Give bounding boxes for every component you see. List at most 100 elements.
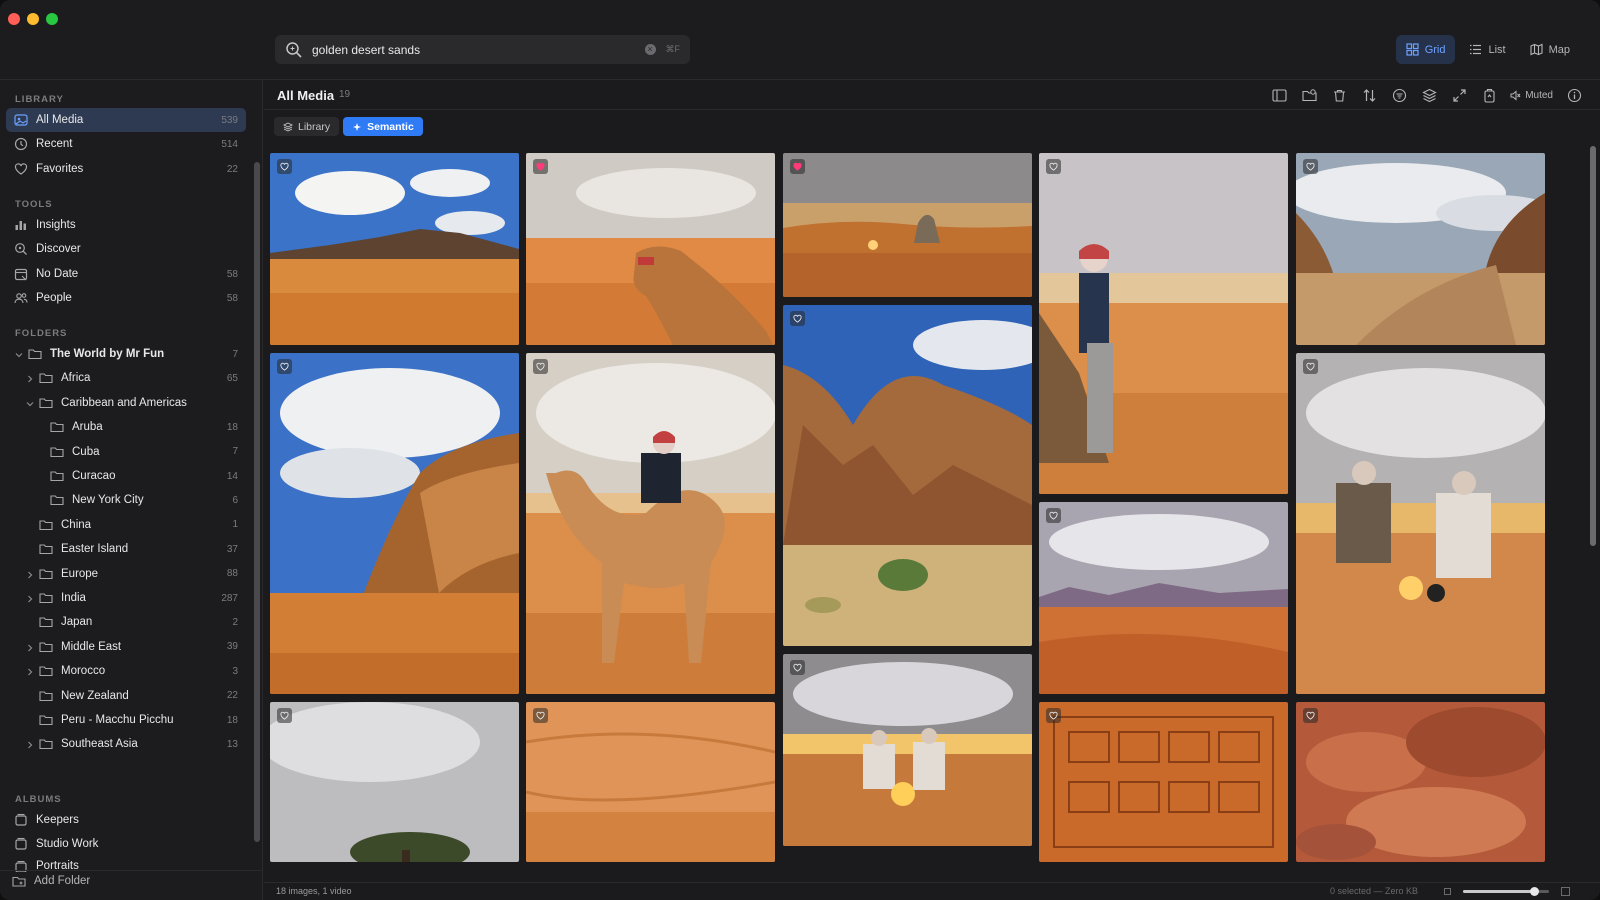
sidebar-item-all-media[interactable]: All Media 539 — [6, 108, 246, 132]
sidebar-folder-india[interactable]: India 287 — [6, 586, 246, 610]
sidebar-item-insights[interactable]: Insights — [6, 213, 246, 237]
photo-thumbnail[interactable] — [526, 353, 775, 694]
sidebar-item-label: All Media — [36, 114, 84, 126]
favorite-heart-icon[interactable] — [1303, 359, 1318, 374]
list-view-button[interactable]: List — [1459, 35, 1515, 64]
photo-thumbnail[interactable] — [1039, 702, 1288, 862]
favorite-heart-icon[interactable] — [1303, 159, 1318, 174]
library-mode-label: Library — [298, 120, 331, 133]
library-mode-button[interactable]: Library — [274, 117, 340, 136]
sidebar-folder-middle-east[interactable]: Middle East 39 — [6, 635, 246, 659]
filter-button[interactable] — [1390, 86, 1408, 104]
chevron-right-icon[interactable] — [25, 739, 35, 749]
sidebar-folder-new-york-city[interactable]: New York City 6 — [6, 488, 246, 512]
photo-thumbnail[interactable] — [270, 702, 519, 862]
semantic-mode-button[interactable]: Semantic — [343, 117, 423, 136]
favorite-heart-icon[interactable] — [1046, 159, 1061, 174]
export-button[interactable] — [1480, 86, 1498, 104]
favorite-heart-icon[interactable] — [1046, 508, 1061, 523]
sidebar-folder-europe[interactable]: Europe 88 — [6, 562, 246, 586]
export-icon — [1484, 88, 1495, 103]
chevron-right-icon[interactable] — [25, 373, 35, 383]
search-input[interactable] — [312, 42, 645, 57]
favorite-heart-icon[interactable] — [533, 708, 548, 723]
sidebar-folder-caribbean-and-americas[interactable]: Caribbean and Americas — [6, 391, 246, 415]
library-heading: LIBRARY — [15, 94, 64, 105]
photo-thumbnail[interactable] — [1296, 702, 1545, 862]
clear-search-icon[interactable]: × — [644, 44, 656, 55]
photo-thumbnail[interactable] — [526, 153, 775, 345]
page-title: All Media — [277, 88, 335, 103]
favorite-heart-icon[interactable] — [1303, 708, 1318, 723]
favorite-heart-icon[interactable] — [790, 311, 805, 326]
sidebar-scrollbar[interactable] — [254, 162, 260, 842]
sort-button[interactable] — [1360, 86, 1378, 104]
photo-thumbnail[interactable] — [526, 702, 775, 862]
favorite-heart-icon[interactable] — [533, 359, 548, 374]
zoom-window-button[interactable] — [46, 13, 58, 25]
new-folder-button[interactable] — [1300, 86, 1318, 104]
chevron-right-icon[interactable] — [25, 569, 35, 579]
chevron-right-icon[interactable] — [25, 666, 35, 676]
photo-thumbnail[interactable] — [1296, 153, 1545, 345]
expand-button[interactable] — [1450, 86, 1468, 104]
folder-count: 6 — [232, 494, 238, 506]
sidebar-item-count: 22 — [226, 163, 238, 175]
sidebar-folder-aruba[interactable]: Aruba 18 — [6, 415, 246, 439]
sidebar-folder-curacao[interactable]: Curacao 14 — [6, 464, 246, 488]
sidebar-folder-japan[interactable]: Japan 2 — [6, 610, 246, 634]
photo-thumbnail[interactable] — [1296, 353, 1545, 694]
favorite-heart-icon[interactable] — [277, 159, 292, 174]
sidebar-toggle-button[interactable] — [1270, 86, 1288, 104]
sidebar-folder-cuba[interactable]: Cuba 7 — [6, 440, 246, 464]
chevron-down-icon[interactable] — [14, 349, 24, 359]
favorite-heart-icon[interactable] — [277, 708, 292, 723]
photo-image — [1296, 153, 1545, 345]
sidebar-item-discover[interactable]: Discover — [6, 237, 246, 261]
photo-thumbnail[interactable] — [270, 153, 519, 345]
photo-thumbnail[interactable] — [783, 654, 1032, 846]
photo-thumbnail[interactable] — [1039, 502, 1288, 694]
sidebar-folder-peru-macchu-picchu[interactable]: Peru - Macchu Picchu 18 — [6, 708, 246, 732]
chevron-down-icon[interactable] — [25, 398, 35, 408]
sidebar-folder-southeast-asia[interactable]: Southeast Asia 13 — [6, 732, 246, 756]
sidebar-item-favorites[interactable]: Favorites 22 — [6, 157, 246, 181]
sidebar-folder-africa[interactable]: Africa 65 — [6, 366, 246, 390]
search-field[interactable]: × ⌘F — [275, 35, 690, 64]
favorite-heart-icon[interactable] — [1046, 708, 1061, 723]
sidebar-folder-china[interactable]: China 1 — [6, 513, 246, 537]
thumbnail-size-slider[interactable] — [1463, 887, 1549, 896]
sidebar-folder-easter-island[interactable]: Easter Island 37 — [6, 537, 246, 561]
sidebar-item-recent[interactable]: Recent 514 — [6, 132, 246, 156]
close-window-button[interactable] — [8, 13, 20, 25]
chevron-right-icon[interactable] — [25, 642, 35, 652]
photo-thumbnail[interactable] — [783, 305, 1032, 646]
sidebar-item-studio-work[interactable]: Studio Work — [6, 832, 246, 856]
photo-thumbnail[interactable] — [270, 353, 519, 694]
grid-view-button[interactable]: Grid — [1395, 35, 1456, 64]
content-scrollbar[interactable] — [1590, 146, 1596, 546]
map-view-button[interactable]: Map — [1520, 35, 1580, 64]
sidebar-folder-new-zealand[interactable]: New Zealand 22 — [6, 684, 246, 708]
photo-thumbnail[interactable] — [1039, 153, 1288, 494]
photo-thumbnail[interactable] — [783, 153, 1032, 297]
sidebar-item-label: Favorites — [36, 163, 84, 175]
delete-button[interactable] — [1330, 86, 1348, 104]
sidebar-folder-the-world-by-mr-fun[interactable]: The World by Mr Fun 7 — [6, 342, 246, 366]
favorite-heart-icon[interactable] — [790, 159, 805, 174]
favorite-heart-icon[interactable] — [790, 660, 805, 675]
chevron-right-icon[interactable] — [25, 593, 35, 603]
minimize-window-button[interactable] — [27, 13, 39, 25]
favorite-heart-icon[interactable] — [277, 359, 292, 374]
folder-icon — [50, 493, 64, 507]
add-folder-button[interactable]: Add Folder — [12, 874, 90, 888]
sidebar-item-no-date[interactable]: No Date 58 — [6, 262, 246, 286]
info-button[interactable] — [1565, 86, 1583, 104]
stack-button[interactable] — [1420, 86, 1438, 104]
favorite-heart-icon[interactable] — [533, 159, 548, 174]
slider-knob[interactable] — [1529, 887, 1539, 896]
mute-toggle-button[interactable]: Muted — [1510, 90, 1553, 101]
sidebar-item-keepers[interactable]: Keepers — [6, 808, 246, 832]
sidebar-item-people[interactable]: People 58 — [6, 286, 246, 310]
sidebar-folder-morocco[interactable]: Morocco 3 — [6, 659, 246, 683]
